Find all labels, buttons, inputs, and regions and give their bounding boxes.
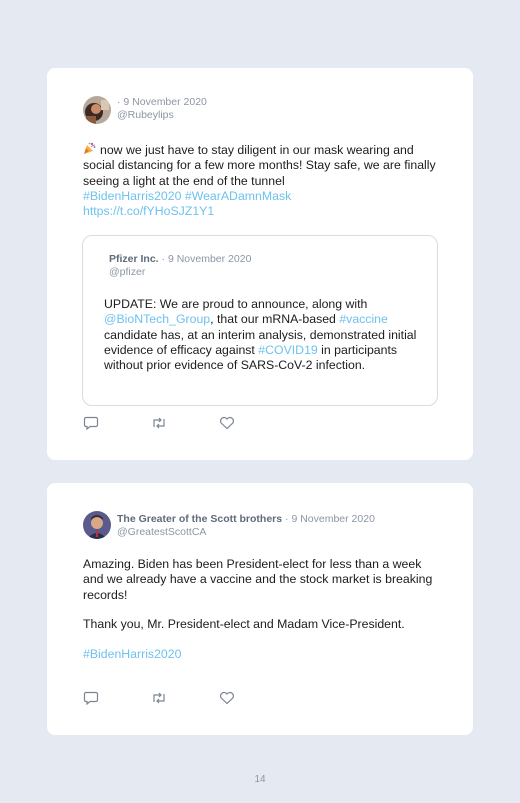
- quoted-tweet-header: Pfizer Inc. 9 November 2020 @pfizer: [109, 253, 251, 279]
- tweet-body: now we just have to stay diligent in our…: [83, 143, 436, 188]
- tweet-hashtags: #BidenHarris2020: [83, 647, 439, 662]
- hashtag-link[interactable]: #BidenHarris2020: [83, 189, 181, 203]
- page-number: 14: [254, 774, 266, 785]
- tweet-author-name[interactable]: The Greater of the Scott brothers: [117, 513, 282, 525]
- mention-link[interactable]: @BioNTech_Group: [104, 312, 210, 326]
- like-icon[interactable]: [219, 416, 235, 430]
- tweet-handle[interactable]: @GreatestScottCA: [117, 526, 375, 539]
- tweet-header: 9 November 2020 @Rubeylips: [83, 96, 207, 124]
- tweet-paragraph: Thank you, Mr. President-elect and Madam…: [83, 617, 405, 631]
- quoted-text: UPDATE: We are proud to announce, along …: [104, 297, 424, 373]
- tweet-header: The Greater of the Scott brothers 9 Nove…: [83, 511, 375, 539]
- party-popper-icon: [83, 142, 96, 155]
- retweet-icon[interactable]: [151, 416, 167, 430]
- quoted-date: 9 November 2020: [162, 253, 252, 265]
- tweet-actions: [83, 691, 287, 705]
- avatar[interactable]: [83, 96, 111, 124]
- tweet-paragraph: Amazing. Biden has been President-elect …: [83, 557, 433, 602]
- reply-icon[interactable]: [83, 691, 99, 705]
- url-link[interactable]: https://t.co/fYHoSJZ1Y1: [83, 204, 214, 218]
- hashtag-link[interactable]: #COVID19: [258, 343, 317, 357]
- avatar[interactable]: [83, 511, 111, 539]
- quoted-tweet[interactable]: Pfizer Inc. 9 November 2020 @pfizer UPDA…: [82, 235, 438, 406]
- retweet-icon[interactable]: [151, 691, 167, 705]
- reply-icon[interactable]: [83, 416, 99, 430]
- tweet-date: 9 November 2020: [117, 96, 207, 108]
- hashtag-link[interactable]: #BidenHarris2020: [83, 647, 181, 661]
- tweet-card-rubeylips: 9 November 2020 @Rubeylips now we just h…: [47, 68, 473, 460]
- hashtag-link[interactable]: #vaccine: [339, 312, 388, 326]
- tweet-handle[interactable]: @Rubeylips: [117, 109, 207, 122]
- quoted-handle[interactable]: @pfizer: [109, 266, 251, 279]
- quoted-text-part: UPDATE: We are proud to announce, along …: [104, 297, 368, 311]
- tweet-text: now we just have to stay diligent in our…: [83, 142, 439, 219]
- tweet-date: 9 November 2020: [285, 513, 375, 525]
- quoted-text-part: , that our mRNA-based: [210, 312, 336, 327]
- tweet-actions: [83, 416, 287, 430]
- hashtag-link[interactable]: #WearADamnMask: [185, 189, 291, 203]
- like-icon[interactable]: [219, 691, 235, 705]
- quoted-author-name[interactable]: Pfizer Inc.: [109, 253, 159, 265]
- tweet-card-greatestscott: The Greater of the Scott brothers 9 Nove…: [47, 483, 473, 735]
